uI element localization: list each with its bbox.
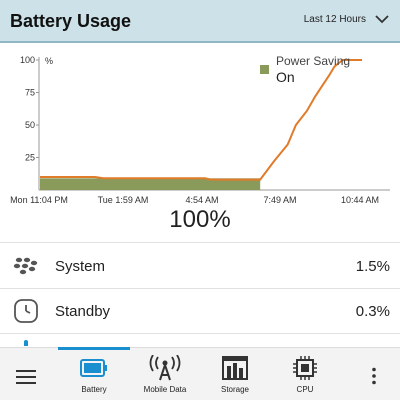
tab-label: Storage xyxy=(220,385,250,394)
clock-icon xyxy=(12,297,40,325)
overflow-menu-button[interactable] xyxy=(362,348,386,400)
y-tick-label: 50 xyxy=(25,120,35,130)
time-range-dropdown[interactable]: Last 12 Hours xyxy=(304,13,390,25)
battery-level-percent: 100% xyxy=(169,206,231,233)
legend-label: Power Saving xyxy=(276,54,350,68)
tab-mobile-data[interactable]: Mobile Data xyxy=(130,348,200,400)
tab-label: CPU xyxy=(296,385,314,394)
app-header: Battery Usage Last 12 Hours xyxy=(0,0,400,43)
usage-row-standby[interactable]: Standby 0.3% xyxy=(0,290,400,332)
x-tick-label: Mon 11:04 PM xyxy=(10,195,68,205)
battery-level-line xyxy=(40,59,362,181)
x-tick-label: 10:44 AM xyxy=(341,195,379,205)
legend-label-state: On xyxy=(276,69,295,85)
bottom-nav: Battery Mobile Data Storage CPU xyxy=(0,347,400,400)
blackberry-icon xyxy=(12,252,40,280)
hamburger-icon xyxy=(16,364,36,390)
app-icon-partial xyxy=(24,340,28,346)
divider xyxy=(0,242,400,243)
divider xyxy=(0,288,400,289)
battery-chart: 100 75 50 25 % Power Saving On Mon 11:04 PM… xyxy=(0,45,400,210)
battery-icon xyxy=(80,355,108,381)
cpu-chip-icon xyxy=(292,355,318,381)
divider xyxy=(0,333,400,334)
storage-icon xyxy=(222,355,248,381)
x-tick-label: 7:49 AM xyxy=(263,195,296,205)
antenna-icon xyxy=(148,355,182,381)
y-tick-label: 100 xyxy=(20,55,35,65)
battery-chart-svg: 100 75 50 25 % Power Saving On Mon 11:04 PM… xyxy=(10,54,390,205)
tab-cpu[interactable]: CPU xyxy=(280,348,330,400)
x-tick-label: Tue 1:59 AM xyxy=(98,195,149,205)
usage-row-value: 1.5% xyxy=(355,257,390,275)
tab-battery[interactable]: Battery xyxy=(58,348,130,400)
usage-row-label: System xyxy=(55,257,106,275)
tab-storage[interactable]: Storage xyxy=(205,348,265,400)
chevron-down-icon xyxy=(375,15,389,24)
more-vertical-icon xyxy=(371,363,377,389)
y-tick-label: 25 xyxy=(25,153,35,163)
tab-label: Battery xyxy=(81,385,107,394)
y-tick-label: 75 xyxy=(25,88,35,98)
x-tick-label: 4:54 AM xyxy=(185,195,218,205)
usage-row-value: 0.3% xyxy=(355,302,390,320)
usage-row-label: Standby xyxy=(55,302,111,320)
y-unit-label: % xyxy=(45,56,53,66)
menu-button[interactable] xyxy=(8,348,44,400)
usage-row-system[interactable]: System 1.5% xyxy=(0,245,400,287)
page-title: Battery Usage xyxy=(10,11,132,31)
tab-label: Mobile Data xyxy=(143,385,187,394)
legend-swatch xyxy=(260,65,269,74)
time-range-label: Last 12 Hours xyxy=(303,13,366,25)
